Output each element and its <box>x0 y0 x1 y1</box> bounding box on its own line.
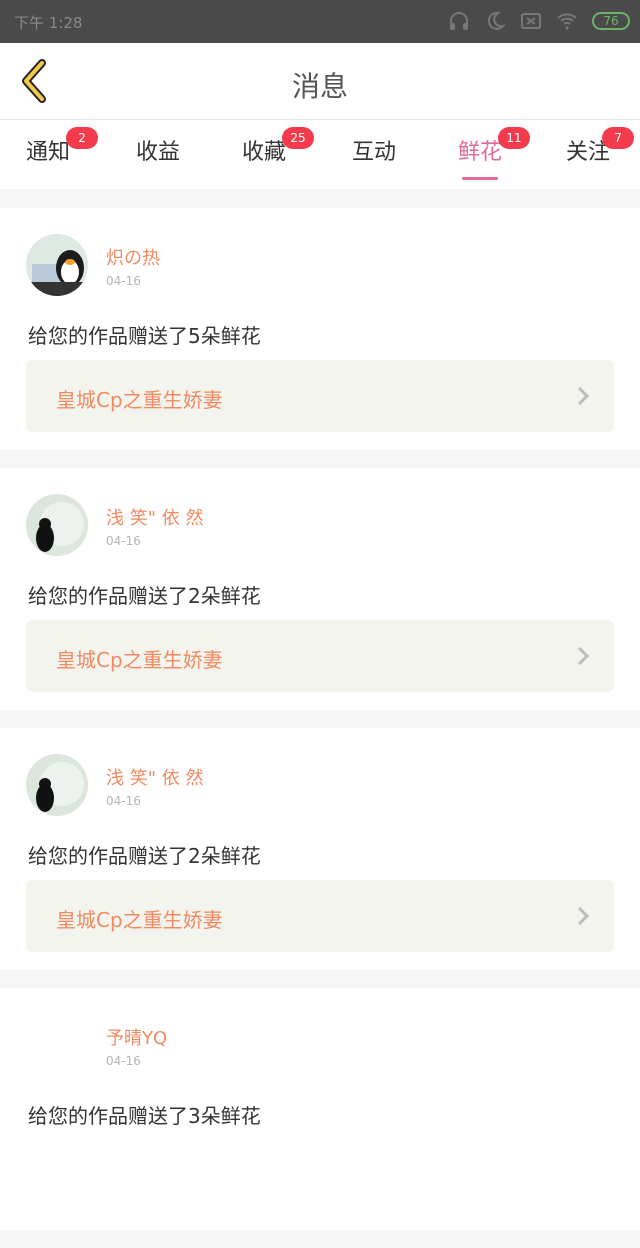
list-item: 浅 笑" 依 然 04-16 给您的作品赠送了2朵鲜花 皇城Cp之重生娇妻 <box>0 468 640 710</box>
tab-flowers[interactable]: 鲜花 11 <box>458 127 531 180</box>
tab-interactions[interactable]: 互动 <box>352 134 396 166</box>
username[interactable]: 浅 笑" 依 然 <box>106 764 203 790</box>
tab-follows[interactable]: 关注 7 <box>566 127 635 166</box>
tab-label: 互动 <box>352 140 397 165</box>
message-date: 04-16 <box>106 534 141 548</box>
avatar[interactable] <box>26 494 88 556</box>
battery-indicator: 76 <box>592 12 630 30</box>
tab-badge: 7 <box>602 127 635 149</box>
profile-photo-icon <box>26 754 88 816</box>
message-text: 给您的作品赠送了3朵鲜花 <box>28 1104 261 1128</box>
list-item: 予晴YQ 04-16 给您的作品赠送了3朵鲜花 <box>0 988 640 1230</box>
work-title: 皇城Cp之重生娇妻 <box>56 648 223 672</box>
message-text: 给您的作品赠送了2朵鲜花 <box>28 844 261 868</box>
wifi-icon <box>557 13 577 30</box>
tab-badge: 25 <box>282 127 315 149</box>
moon-icon <box>487 11 506 30</box>
tab-favorites[interactable]: 收藏 25 <box>242 127 315 166</box>
work-title: 皇城Cp之重生娇妻 <box>56 388 223 412</box>
status-bar: 下午 1:28 76 <box>0 0 640 43</box>
sim-off-icon <box>521 13 541 29</box>
penguin-icon <box>26 234 88 296</box>
avatar[interactable] <box>26 754 88 816</box>
tab-badge: 2 <box>66 127 99 149</box>
username[interactable]: 浅 笑" 依 然 <box>106 504 203 530</box>
avatar[interactable] <box>26 234 88 296</box>
message-date: 04-16 <box>106 274 141 288</box>
message-date: 04-16 <box>106 1054 141 1068</box>
username[interactable]: 炽の热 <box>106 244 160 270</box>
work-link[interactable]: 皇城Cp之重生娇妻 <box>26 880 614 952</box>
status-icons: 76 <box>448 10 630 32</box>
message-date: 04-16 <box>106 794 141 808</box>
header-bar: 消息 <box>0 43 640 119</box>
headphones-icon <box>450 12 468 30</box>
profile-photo-icon <box>26 494 88 556</box>
work-link[interactable]: 皇城Cp之重生娇妻 <box>26 620 614 692</box>
tab-label: 收藏 <box>242 140 287 165</box>
message-text: 给您的作品赠送了2朵鲜花 <box>28 584 261 608</box>
tab-label: 鲜花 <box>458 140 503 165</box>
list-item: 浅 笑" 依 然 04-16 给您的作品赠送了2朵鲜花 皇城Cp之重生娇妻 <box>0 728 640 970</box>
work-link[interactable]: 皇城Cp之重生娇妻 <box>26 360 614 432</box>
tab-earnings[interactable]: 收益 <box>136 134 180 166</box>
tab-bar: 通知 2 收益 收藏 25 互动 鲜花 11 关注 7 <box>0 119 640 189</box>
work-title: 皇城Cp之重生娇妻 <box>56 908 223 932</box>
chevron-right-icon <box>577 386 590 406</box>
tab-label: 收益 <box>136 140 181 165</box>
tab-badge: 11 <box>498 127 531 149</box>
tab-label: 通知 <box>26 140 71 165</box>
list-item: 炽の热 04-16 给您的作品赠送了5朵鲜花 皇城Cp之重生娇妻 <box>0 208 640 450</box>
tab-notifications[interactable]: 通知 2 <box>26 127 99 166</box>
chevron-right-icon <box>577 906 590 926</box>
message-list: 炽の热 04-16 给您的作品赠送了5朵鲜花 皇城Cp之重生娇妻 浅 笑" 依 … <box>0 208 640 1248</box>
page-title: 消息 <box>291 70 348 103</box>
chevron-right-icon <box>577 646 590 666</box>
status-time: 下午 1:28 <box>14 14 83 32</box>
username[interactable]: 予晴YQ <box>106 1024 167 1050</box>
message-text: 给您的作品赠送了5朵鲜花 <box>28 324 261 348</box>
active-tab-indicator <box>462 177 499 180</box>
